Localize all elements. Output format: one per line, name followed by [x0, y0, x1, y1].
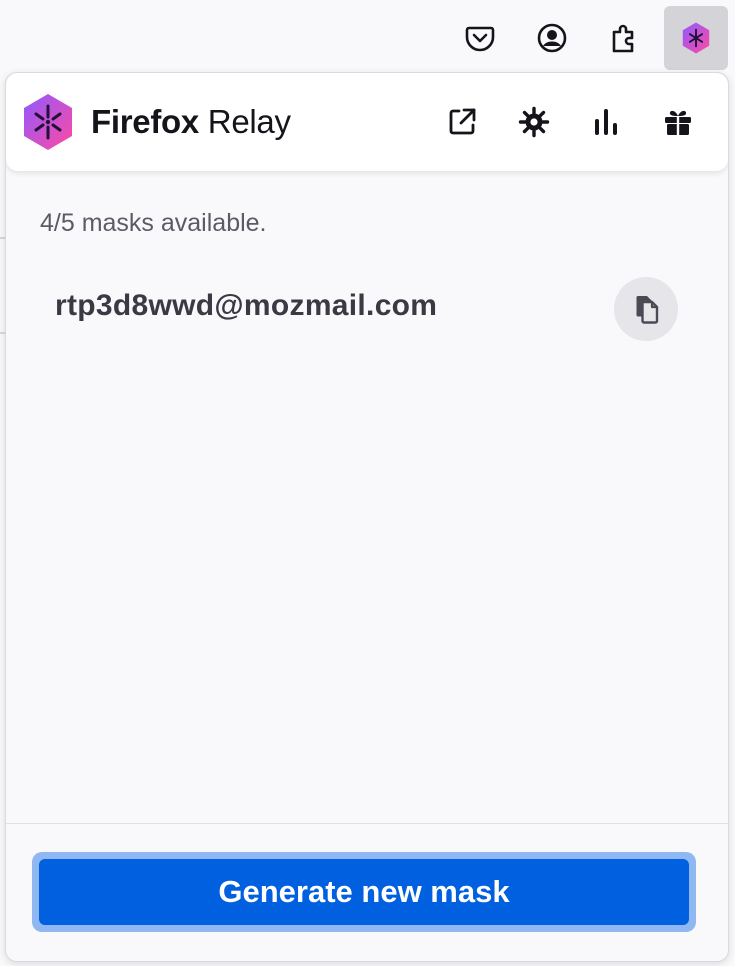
panel-footer: Generate new mask — [6, 823, 728, 961]
brand-bold: Firefox — [91, 103, 199, 140]
settings-button[interactable] — [516, 104, 552, 140]
settings-icon — [518, 106, 550, 138]
gift-button[interactable] — [660, 104, 696, 140]
firefox-relay-logo — [24, 94, 72, 150]
extensions-button[interactable] — [592, 6, 656, 70]
generate-mask-button-focus-ring: Generate new mask — [32, 852, 696, 932]
mask-address[interactable]: rtp3d8wwd@mozmail.com — [55, 289, 437, 323]
account-button[interactable] — [520, 6, 584, 70]
masks-available-text: 4/5 masks available. — [40, 209, 267, 237]
gift-icon — [665, 110, 691, 135]
extensions-icon — [612, 24, 634, 53]
brand-regular: Relay — [207, 103, 291, 140]
open-dashboard-icon — [449, 108, 476, 135]
pocket-button[interactable] — [448, 6, 512, 70]
account-icon — [537, 23, 567, 53]
panel-header: Firefox Relay — [6, 73, 728, 171]
brand-name: Firefox Relay — [91, 103, 291, 141]
generate-new-mask-button[interactable]: Generate new mask — [39, 859, 689, 925]
browser-toolbar — [0, 0, 735, 72]
pocket-icon — [465, 26, 495, 52]
relay-extension-icon — [682, 22, 710, 54]
open-dashboard-button[interactable] — [444, 104, 480, 140]
copy-mask-button[interactable] — [614, 277, 678, 341]
copy-icon — [636, 296, 659, 324]
mask-list-item: rtp3d8wwd@mozmail.com — [6, 273, 728, 343]
stats-button[interactable] — [588, 104, 624, 140]
relay-extension-button[interactable] — [664, 6, 728, 70]
stats-icon — [595, 109, 617, 135]
relay-popup-panel: Firefox Relay 4/5 masks available. rtp3d… — [5, 72, 729, 962]
